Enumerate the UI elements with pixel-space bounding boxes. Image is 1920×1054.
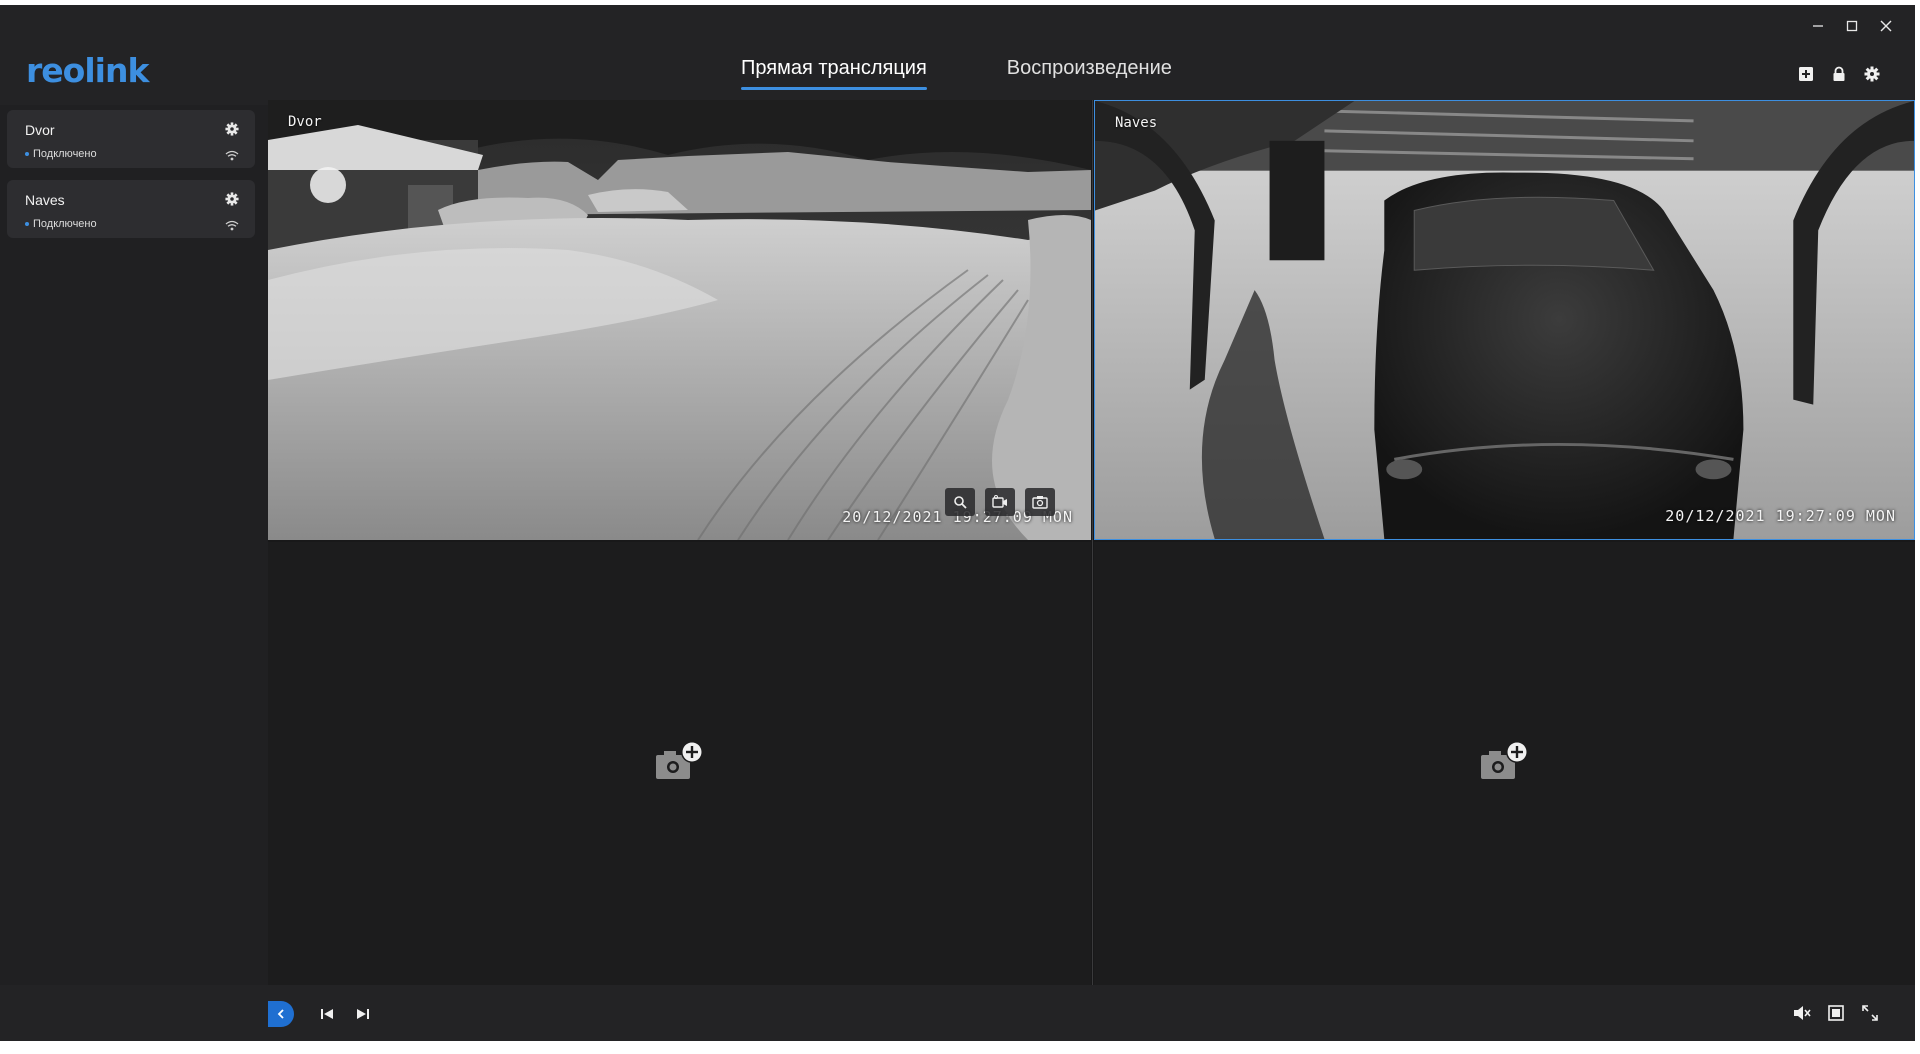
collapse-sidebar-icon[interactable]	[268, 1001, 294, 1027]
camera-name: Dvor	[25, 122, 55, 138]
app-window: reolink Прямая трансляция Воспроизведени…	[0, 5, 1915, 1041]
camera-status: Подключено	[25, 218, 97, 230]
camera-item-naves[interactable]: Naves Подключено	[7, 180, 255, 238]
status-dot	[25, 152, 29, 156]
camera-feed-dvor[interactable]: Dvor 20/12/2021 19:27:09 MON	[268, 100, 1091, 540]
status-dot	[25, 222, 29, 226]
fullscreen-icon[interactable]	[1861, 1004, 1879, 1022]
lock-icon[interactable]	[1830, 65, 1848, 83]
feed-image-dvor	[268, 100, 1091, 540]
empty-camera-slot[interactable]	[1094, 542, 1915, 985]
snapshot-icon[interactable]	[1025, 488, 1055, 516]
camera-feed-naves[interactable]: Naves 20/12/2021 19:27:09 MON	[1094, 100, 1915, 540]
camera-settings-icon[interactable]	[225, 192, 239, 206]
tab-live-view[interactable]: Прямая трансляция	[741, 57, 927, 90]
empty-camera-slot[interactable]	[268, 542, 1091, 985]
bottom-toolbar	[0, 985, 1915, 1041]
window-controls	[1807, 15, 1897, 37]
maximize-icon[interactable]	[1841, 15, 1863, 37]
camera-status: Подключено	[25, 148, 97, 160]
add-camera-icon[interactable]	[654, 739, 708, 785]
add-camera-icon[interactable]	[1479, 739, 1533, 785]
previous-icon[interactable]	[318, 1005, 336, 1023]
zoom-icon[interactable]	[945, 488, 975, 516]
tab-playback[interactable]: Воспроизведение	[1007, 57, 1172, 88]
wifi-signal-icon	[225, 218, 239, 231]
next-icon[interactable]	[354, 1005, 372, 1023]
feed-overlay-controls	[945, 488, 1055, 516]
wifi-signal-icon	[225, 148, 239, 161]
mute-icon[interactable]	[1793, 1004, 1811, 1022]
grid-divider	[1092, 100, 1093, 985]
main-tabs: Прямая трансляция Воспроизведение	[741, 57, 1172, 90]
camera-status-label: Подключено	[33, 218, 97, 230]
feed-image-naves	[1095, 101, 1914, 539]
add-device-icon[interactable]	[1797, 65, 1815, 83]
camera-settings-icon[interactable]	[225, 122, 239, 136]
layout-icon[interactable]	[1827, 1004, 1845, 1022]
camera-sidebar: Dvor Подключено Naves Подключено	[0, 105, 268, 1041]
live-view-grid: Dvor 20/12/2021 19:27:09 MON Naves 20/12…	[268, 100, 1915, 985]
close-icon[interactable]	[1875, 15, 1897, 37]
minimize-icon[interactable]	[1807, 15, 1829, 37]
reolink-logo: reolink	[26, 51, 149, 90]
bottom-toolbar-left	[268, 1001, 372, 1027]
bottom-toolbar-right	[1793, 1004, 1879, 1022]
camera-item-dvor[interactable]: Dvor Подключено	[7, 110, 255, 168]
camera-status-label: Подключено	[33, 148, 97, 160]
feed-osd-name: Dvor	[288, 114, 322, 130]
top-actions	[1797, 65, 1881, 83]
camera-name: Naves	[25, 192, 65, 208]
feed-osd-timestamp: 20/12/2021 19:27:09 MON	[1665, 507, 1896, 525]
feed-osd-name: Naves	[1115, 115, 1158, 131]
record-icon[interactable]	[985, 488, 1015, 516]
settings-gear-icon[interactable]	[1863, 65, 1881, 83]
